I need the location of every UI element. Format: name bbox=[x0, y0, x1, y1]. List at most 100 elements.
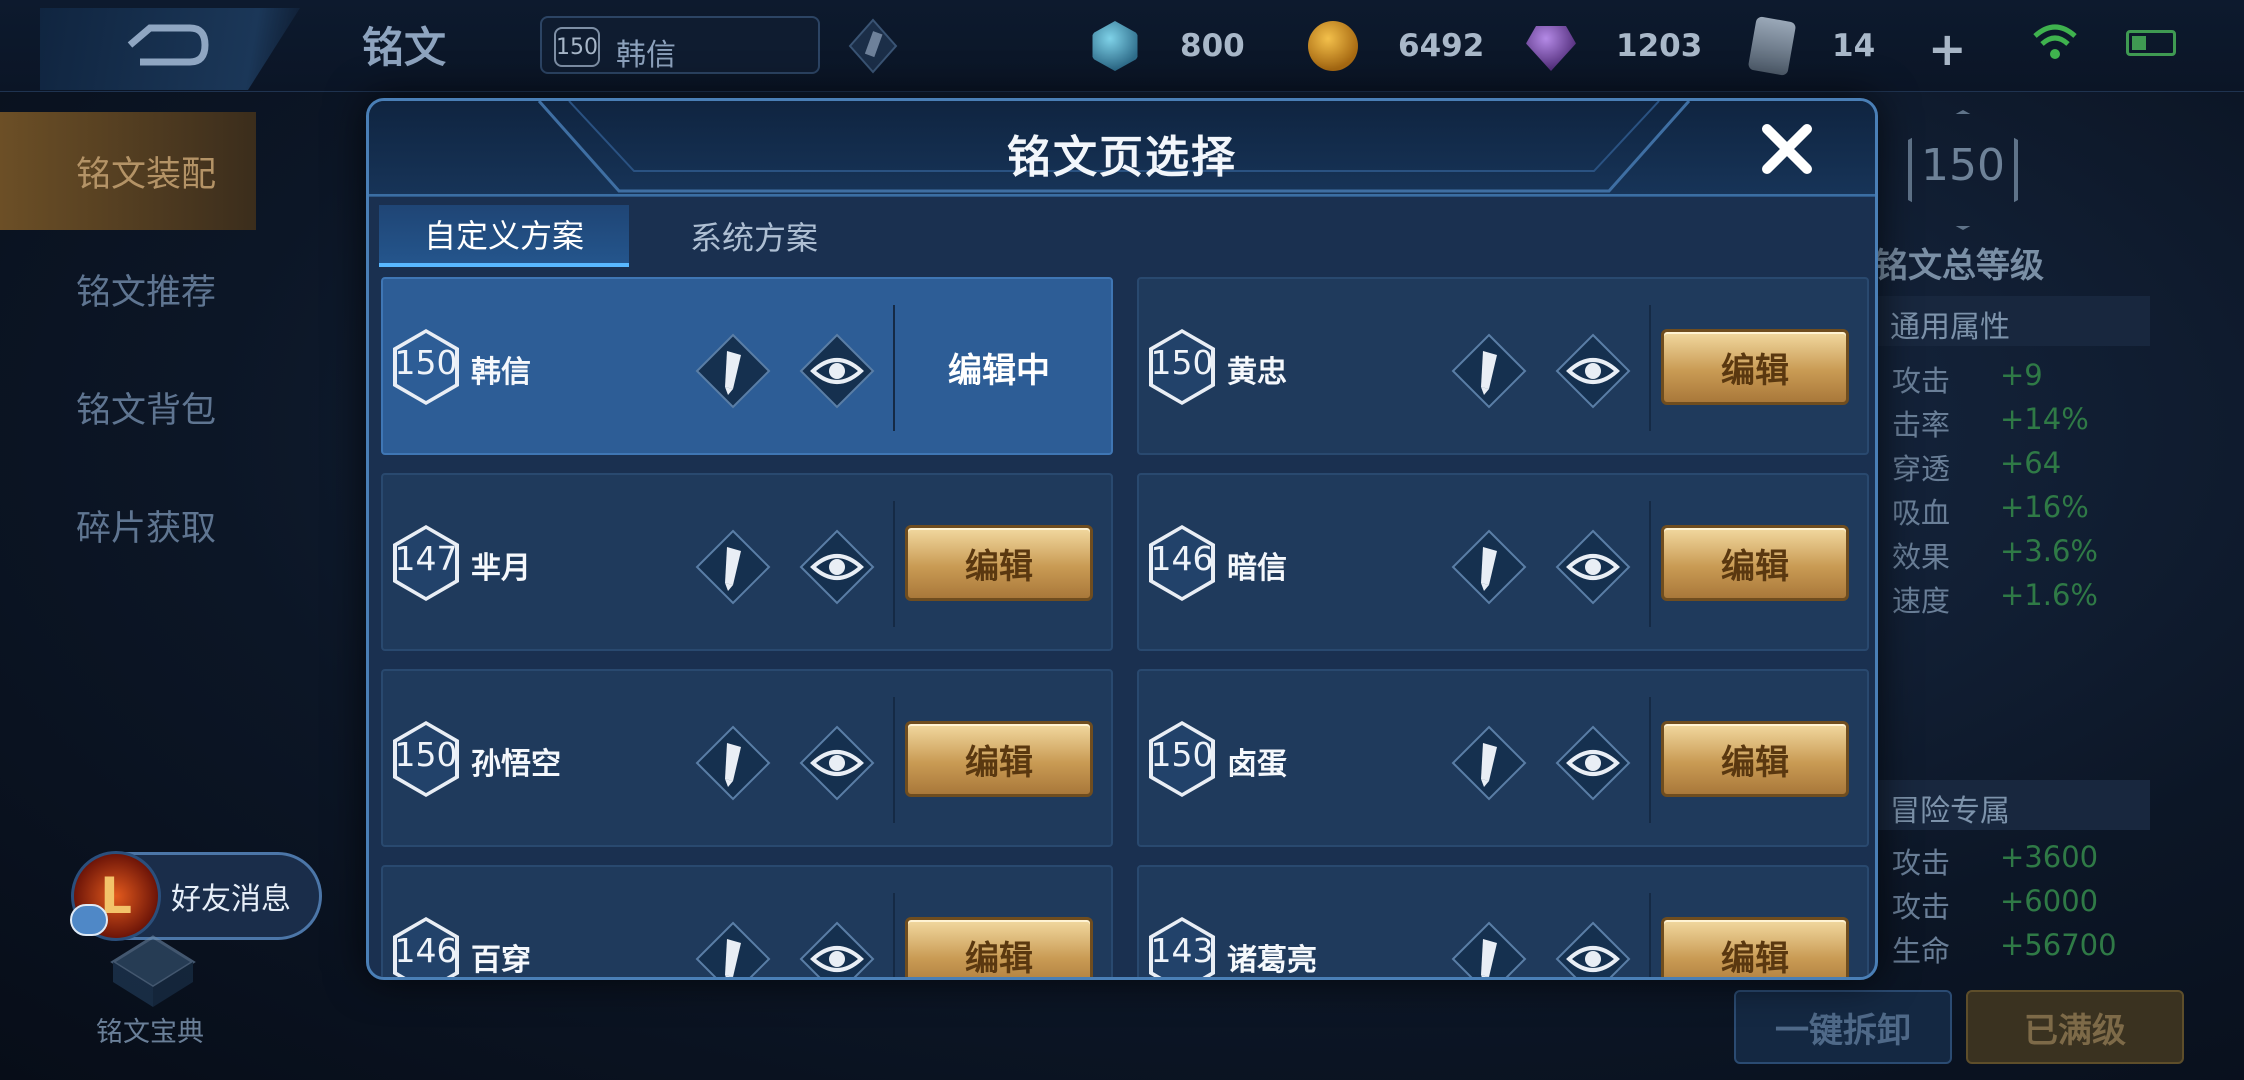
eye-icon[interactable] bbox=[797, 919, 877, 980]
pencil-icon[interactable] bbox=[693, 527, 773, 607]
divider bbox=[1649, 305, 1651, 431]
close-button[interactable] bbox=[1753, 115, 1821, 183]
rune-page-card[interactable]: 146 暗信 编辑 bbox=[1137, 473, 1869, 651]
page-level: 143 bbox=[1150, 931, 1214, 970]
hero-selector[interactable]: 150 韩信 bbox=[540, 16, 820, 74]
sidebar: 铭文装配 铭文推荐 铭文背包 碎片获取 bbox=[0, 112, 256, 584]
page-level: 150 bbox=[1150, 343, 1214, 382]
sidebar-item-rune-bag[interactable]: 铭文背包 bbox=[0, 348, 256, 466]
page-level: 150 bbox=[1150, 735, 1214, 774]
page-name: 韩信 bbox=[471, 355, 531, 390]
rune-page-card[interactable]: 146 百穿 编辑 bbox=[381, 865, 1113, 980]
divider bbox=[1649, 893, 1651, 977]
total-level-value: 150 bbox=[1921, 140, 2005, 191]
eye-icon[interactable] bbox=[797, 527, 877, 607]
edit-button[interactable]: 编辑 bbox=[905, 917, 1093, 977]
page-title: 铭文 bbox=[362, 23, 447, 72]
tab-custom-scheme[interactable]: 自定义方案 bbox=[379, 205, 629, 267]
sidebar-item-rune-equip[interactable]: 铭文装配 bbox=[0, 112, 256, 230]
book-icon[interactable] bbox=[108, 932, 198, 1012]
crystal-currency: 1203 bbox=[1526, 18, 1702, 74]
general-stats-title: 通用属性 bbox=[1890, 310, 2010, 345]
edit-button[interactable]: 编辑 bbox=[1661, 329, 1849, 405]
page-level: 147 bbox=[394, 539, 458, 578]
page-name: 暗信 bbox=[1227, 551, 1287, 586]
pencil-icon[interactable] bbox=[693, 919, 773, 980]
total-level-label: 铭文总等级 bbox=[1874, 246, 2044, 286]
divider bbox=[893, 305, 895, 431]
page-name: 百穿 bbox=[471, 943, 531, 978]
rune-page-card[interactable]: 150 孙悟空 编辑 bbox=[381, 669, 1113, 847]
sidebar-item-rune-recommend[interactable]: 铭文推荐 bbox=[0, 230, 256, 348]
page-name: 卤蛋 bbox=[1227, 747, 1287, 782]
gold-coin-icon bbox=[1308, 21, 1358, 71]
pencil-icon[interactable] bbox=[848, 18, 898, 74]
back-arrow-icon bbox=[127, 24, 209, 66]
rune-page-card[interactable]: 150 黄忠 编辑 bbox=[1137, 277, 1869, 455]
eye-icon[interactable] bbox=[797, 331, 877, 411]
rune-page-card[interactable]: 150 卤蛋 编辑 bbox=[1137, 669, 1869, 847]
pencil-icon[interactable] bbox=[1449, 331, 1529, 411]
page-name: 黄忠 bbox=[1227, 355, 1287, 390]
divider bbox=[893, 501, 895, 627]
diamond-currency: 800 bbox=[1090, 18, 1245, 74]
maxed-button[interactable]: 已满级 bbox=[1966, 990, 2184, 1064]
eye-icon[interactable] bbox=[1553, 331, 1633, 411]
edit-button[interactable]: 编辑 bbox=[1661, 917, 1849, 977]
page-name: 诸葛亮 bbox=[1227, 943, 1317, 978]
card-icon bbox=[1747, 15, 1797, 77]
battery-icon bbox=[2126, 30, 2176, 56]
codex-label: 铭文宝典 bbox=[96, 1017, 204, 1048]
unequip-all-button[interactable]: 一键拆卸 bbox=[1734, 990, 1952, 1064]
page-name: 芈月 bbox=[471, 551, 531, 586]
friend-message-label: 好友消息 bbox=[171, 882, 291, 917]
add-currency-button[interactable]: + bbox=[1928, 22, 1967, 76]
rune-page-card[interactable]: 143 诸葛亮 编辑 bbox=[1137, 865, 1869, 980]
diamond-icon bbox=[1092, 21, 1138, 71]
pencil-icon[interactable] bbox=[1449, 919, 1529, 980]
crystal-icon bbox=[1526, 26, 1576, 71]
card-currency: 14 bbox=[1747, 15, 1876, 77]
edit-button[interactable]: 编辑 bbox=[905, 525, 1093, 601]
eye-icon[interactable] bbox=[1553, 723, 1633, 803]
hero-level-badge: 150 bbox=[554, 27, 600, 67]
edit-button[interactable]: 编辑 bbox=[1661, 525, 1849, 601]
card-count: 14 bbox=[1832, 28, 1876, 64]
page-level: 150 bbox=[394, 735, 458, 774]
divider bbox=[1649, 697, 1651, 823]
page-level: 146 bbox=[1150, 539, 1214, 578]
eye-icon[interactable] bbox=[797, 723, 877, 803]
dialog-title: 铭文页选择 bbox=[1007, 132, 1237, 183]
close-icon bbox=[1762, 124, 1812, 174]
pencil-icon[interactable] bbox=[693, 723, 773, 803]
rune-page-select-dialog: 铭文页选择 自定义方案 系统方案 150 韩信 编辑中 150 黄忠 编辑 14… bbox=[366, 98, 1878, 980]
crystal-count: 1203 bbox=[1616, 28, 1703, 64]
page-level: 150 bbox=[394, 343, 458, 382]
adventure-stats-title: 冒险专属 bbox=[1890, 794, 2010, 829]
top-bar: 铭文 150 韩信 800 6492 1203 14 + bbox=[0, 0, 2244, 92]
edit-button[interactable]: 编辑 bbox=[1661, 721, 1849, 797]
scheme-tabs: 自定义方案 系统方案 bbox=[379, 205, 879, 267]
tab-system-scheme[interactable]: 系统方案 bbox=[629, 205, 879, 267]
editing-status: 编辑中 bbox=[948, 350, 1050, 391]
chat-bubble-icon bbox=[70, 904, 108, 936]
eye-icon[interactable] bbox=[1553, 527, 1633, 607]
friend-message-button[interactable]: L 好友消息 bbox=[71, 851, 322, 941]
edit-button[interactable]: 编辑 bbox=[905, 721, 1093, 797]
divider bbox=[1649, 501, 1651, 627]
divider bbox=[893, 893, 895, 977]
sidebar-item-fragments[interactable]: 碎片获取 bbox=[0, 466, 256, 584]
dialog-header: 铭文页选择 bbox=[369, 101, 1875, 197]
gold-currency: 6492 bbox=[1308, 18, 1484, 74]
rune-page-card[interactable]: 147 芈月 编辑 bbox=[381, 473, 1113, 651]
page-name: 孙悟空 bbox=[471, 747, 561, 782]
pencil-icon[interactable] bbox=[1449, 723, 1529, 803]
rune-page-card[interactable]: 150 韩信 编辑中 bbox=[381, 277, 1113, 455]
divider bbox=[893, 697, 895, 823]
diamond-count: 800 bbox=[1180, 28, 1245, 64]
pencil-icon[interactable] bbox=[1449, 527, 1529, 607]
page-level: 146 bbox=[394, 931, 458, 970]
pencil-icon[interactable] bbox=[693, 331, 773, 411]
wifi-icon bbox=[2033, 24, 2077, 59]
eye-icon[interactable] bbox=[1553, 919, 1633, 980]
